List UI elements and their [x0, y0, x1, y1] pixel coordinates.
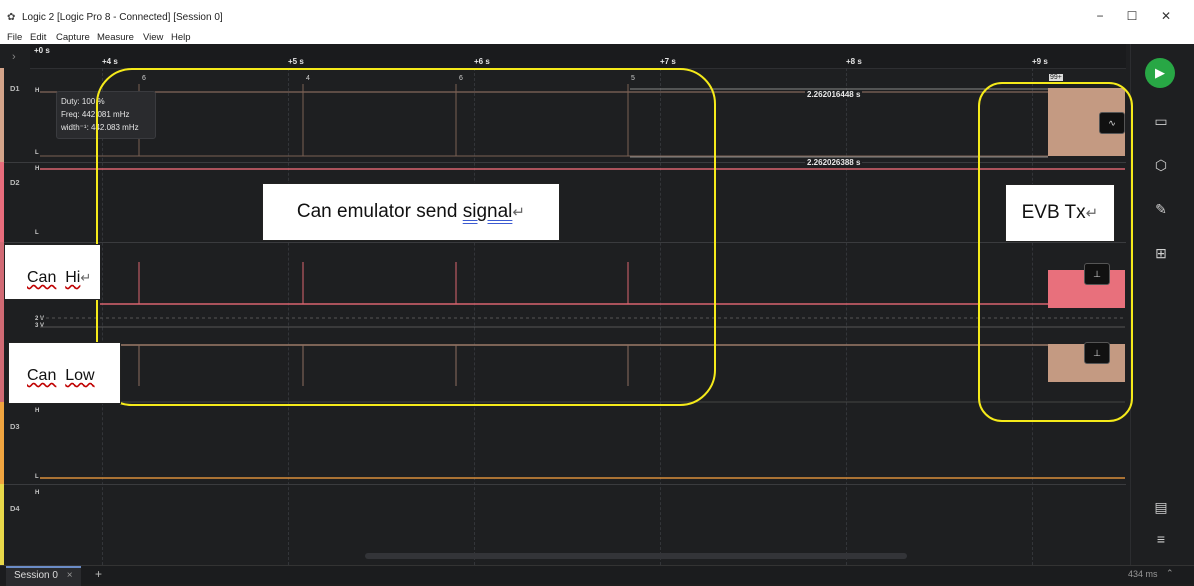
callout-evb-tx: EVB Tx↵: [1005, 184, 1115, 242]
paragraph-mark: ↵: [512, 204, 526, 221]
measure-icon[interactable]: ✎: [1150, 198, 1172, 220]
callout-can-hi: Can Hi↵: [4, 244, 100, 300]
minimize-button[interactable]: −: [1090, 9, 1110, 23]
add-session-button[interactable]: +: [95, 567, 102, 581]
marker-count-badge: 99+: [1049, 74, 1063, 81]
menu-edit[interactable]: Edit: [30, 32, 46, 43]
session-tab-label: Session 0: [14, 570, 58, 581]
chevron-up-icon[interactable]: ⌃: [1166, 568, 1174, 579]
measurement-label-2: 2.262026388 s: [805, 158, 863, 167]
paragraph-mark: ↵: [1085, 205, 1099, 222]
measurement-label-1: 2.262016448 s: [805, 90, 863, 99]
session-tab[interactable]: Session 0 ×: [6, 566, 81, 586]
extensions-icon[interactable]: ⬡: [1150, 154, 1172, 176]
capture-area: +0 s +4 s +5 s +6 s +7 s +8 s +9 s › D1 …: [0, 44, 1194, 565]
comment-icon[interactable]: ▤: [1150, 496, 1172, 518]
start-capture-button[interactable]: ▶: [1145, 58, 1175, 88]
highlight-evb-region: [978, 82, 1133, 422]
maximize-button[interactable]: ☐: [1122, 9, 1142, 23]
callout-can-low: Can Low: [8, 342, 121, 404]
callout-evb-text: EVB Tx: [1021, 202, 1086, 223]
menu-help[interactable]: Help: [171, 32, 191, 43]
menu-file[interactable]: File: [7, 32, 22, 43]
callout-can-emulator: Can emulator send signal↵: [262, 183, 560, 241]
callout-can-hi-a: Can: [27, 269, 57, 286]
menu-measure[interactable]: Measure: [97, 32, 134, 43]
callout-emulator-signal: signal: [462, 201, 513, 222]
app-icon: ✿: [7, 12, 16, 23]
callout-emulator-text: Can emulator send: [296, 201, 463, 222]
analyzers-icon[interactable]: ▭: [1150, 110, 1172, 132]
callout-can-low-b: Low: [65, 367, 95, 384]
title-bar: ✿ Logic 2 [Logic Pro 8 - Connected] [Ses…: [0, 0, 1194, 33]
close-tab-icon[interactable]: ×: [67, 570, 73, 581]
capture-timer: 434 ms: [1128, 569, 1158, 579]
menu-bar: File Edit Capture Measure View Help: [0, 32, 1194, 44]
menu-icon[interactable]: ≡: [1150, 528, 1172, 550]
callout-can-low-a: Can: [27, 367, 57, 384]
right-sidebar: ▶ ▭ ⬡ ✎ ⊞ ▤ ≡: [1130, 44, 1194, 565]
menu-view[interactable]: View: [143, 32, 163, 43]
layout-icon[interactable]: ⊞: [1150, 242, 1172, 264]
bottom-bar: Session 0 × + 434 ms ⌃: [0, 565, 1194, 586]
window-title: Logic 2 [Logic Pro 8 - Connected] [Sessi…: [22, 12, 223, 23]
horizontal-scrollbar: [365, 553, 907, 559]
menu-capture[interactable]: Capture: [56, 32, 90, 43]
close-button[interactable]: ✕: [1156, 9, 1176, 23]
callout-can-hi-b: Hi: [65, 269, 81, 286]
paragraph-mark: ↵: [80, 270, 92, 285]
